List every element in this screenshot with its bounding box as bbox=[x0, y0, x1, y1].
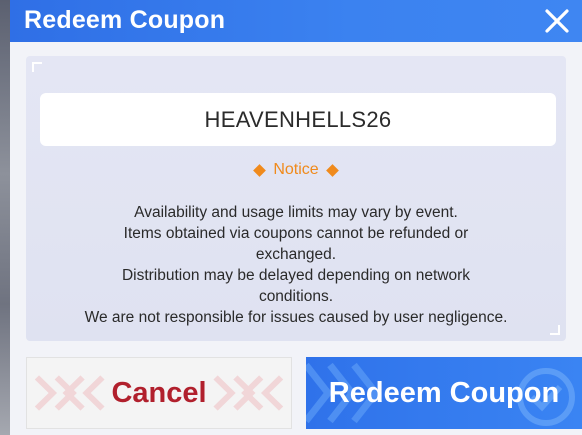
close-icon bbox=[545, 9, 569, 33]
coupon-code-value: HEAVENHELLS26 bbox=[204, 106, 392, 132]
notice-line: We are not responsible for issues caused… bbox=[84, 309, 508, 326]
corner-decoration bbox=[32, 62, 42, 72]
notice-line: Availability and usage limits may vary b… bbox=[134, 204, 458, 221]
notice-heading: Notice bbox=[10, 161, 582, 179]
notice-line: Items obtained via coupons cannot be ref… bbox=[123, 225, 469, 242]
notice-line: conditions. bbox=[258, 288, 334, 305]
notice-text: Availability and usage limits may vary b… bbox=[30, 202, 562, 328]
cancel-button-label: Cancel bbox=[111, 376, 207, 409]
dialog-title-bar: Redeem Coupon bbox=[10, 0, 582, 42]
diamond-icon bbox=[253, 163, 267, 177]
diamond-icon bbox=[325, 163, 339, 177]
coupon-code-input[interactable]: HEAVENHELLS26 bbox=[40, 93, 556, 146]
notice-heading-label: Notice bbox=[273, 161, 319, 178]
notice-line: exchanged. bbox=[255, 246, 337, 263]
notice-line: Distribution may be delayed depending on… bbox=[121, 267, 471, 284]
close-button[interactable] bbox=[540, 4, 574, 38]
cancel-button[interactable]: Cancel bbox=[26, 357, 292, 429]
redeem-coupon-button-label: Redeem Coupon bbox=[328, 376, 560, 409]
dialog-title: Redeem Coupon bbox=[24, 6, 226, 34]
redeem-coupon-dialog: Redeem Coupon HEAVENHELLS26 Notice Avail… bbox=[10, 0, 582, 435]
redeem-coupon-button[interactable]: Redeem Coupon bbox=[306, 357, 582, 429]
